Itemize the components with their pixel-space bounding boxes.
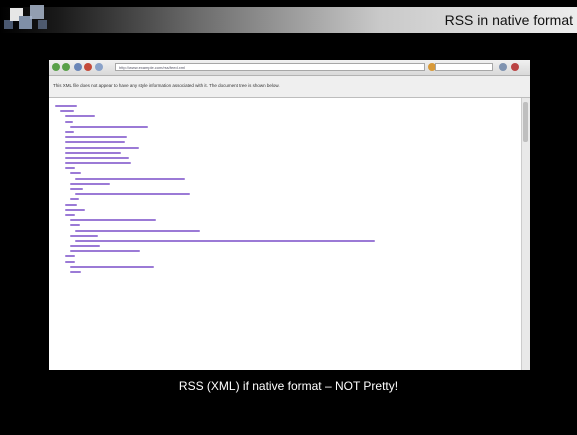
xml-text xyxy=(55,105,77,108)
xml-text xyxy=(65,208,85,211)
xml-text xyxy=(70,245,100,248)
logo-square-icon xyxy=(30,5,44,19)
xml-text xyxy=(65,151,121,154)
xml-text xyxy=(60,110,74,113)
xml-text xyxy=(75,239,375,242)
xml-text xyxy=(70,125,148,128)
scrollbar-thumb[interactable] xyxy=(523,102,528,142)
xml-text xyxy=(70,198,79,201)
xml-text xyxy=(65,136,127,139)
address-bar[interactable]: http://www.example.com/rss/feed.xml xyxy=(115,63,425,71)
logo-square-icon xyxy=(4,20,13,29)
scrollbar[interactable] xyxy=(521,98,530,370)
xml-text xyxy=(70,271,81,274)
xml-tree xyxy=(55,104,515,275)
xml-text xyxy=(65,120,73,123)
xml-info-bar: This XML file does not appear to have an… xyxy=(49,76,530,98)
reload-icon[interactable] xyxy=(74,63,82,71)
xml-text xyxy=(70,250,140,253)
xml-text xyxy=(75,177,185,180)
xml-text xyxy=(65,260,75,263)
close-icon[interactable] xyxy=(511,63,519,71)
infobar-text: This XML file does not appear to have an… xyxy=(53,83,280,88)
browser-toolbar: http://www.example.com/rss/feed.xml xyxy=(49,60,530,76)
xml-text xyxy=(70,219,156,222)
slide-caption: RSS (XML) if native format – NOT Pretty! xyxy=(178,379,399,393)
xml-text xyxy=(65,255,75,258)
browser-screenshot: http://www.example.com/rss/feed.xml This… xyxy=(49,60,530,370)
search-icon[interactable] xyxy=(499,63,507,71)
xml-text xyxy=(65,146,139,149)
xml-text xyxy=(65,115,95,118)
stop-icon[interactable] xyxy=(84,63,92,71)
xml-text xyxy=(65,167,75,170)
xml-line xyxy=(55,270,515,275)
xml-text xyxy=(70,234,98,237)
xml-text xyxy=(65,203,77,206)
search-input[interactable] xyxy=(435,63,493,71)
xml-text xyxy=(70,265,154,268)
back-icon[interactable] xyxy=(52,63,60,71)
xml-text xyxy=(75,193,190,196)
xml-text xyxy=(75,229,200,232)
xml-text xyxy=(70,188,83,191)
home-icon[interactable] xyxy=(95,63,103,71)
xml-text xyxy=(65,162,131,165)
slide-title: RSS in native format xyxy=(444,12,573,28)
xml-text xyxy=(70,172,81,175)
xml-text xyxy=(65,141,125,144)
logo-square-icon xyxy=(38,20,47,29)
forward-icon[interactable] xyxy=(62,63,70,71)
slide-header: RSS in native format xyxy=(0,0,577,38)
xml-text xyxy=(65,213,75,216)
xml-text xyxy=(70,182,110,185)
xml-text xyxy=(70,224,80,227)
xml-text xyxy=(65,156,129,159)
xml-text xyxy=(65,130,74,133)
